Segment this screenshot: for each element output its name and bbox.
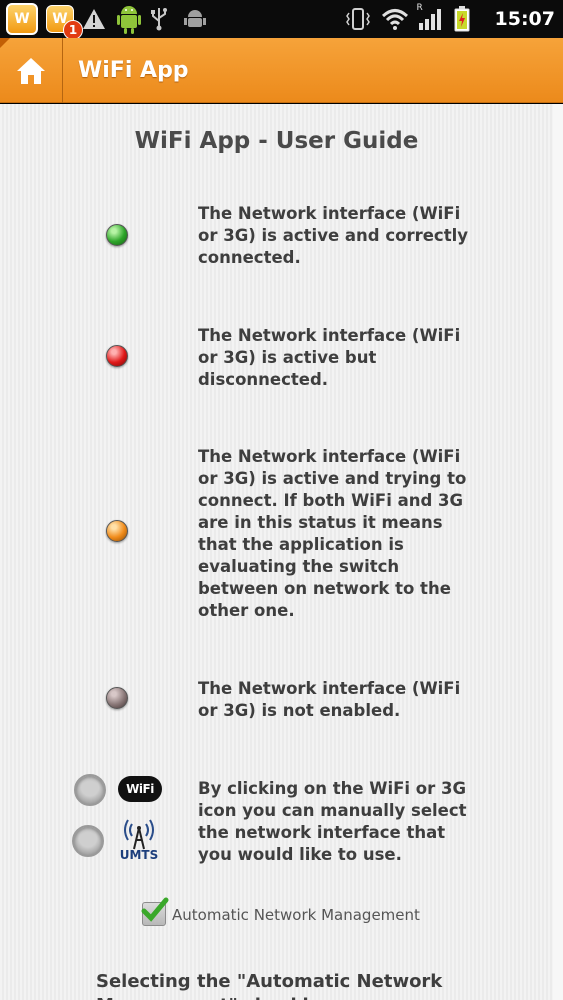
umts-radio-button[interactable] xyxy=(72,825,104,857)
red-status-indicator-icon xyxy=(106,345,128,367)
app-title: WiFi App xyxy=(78,58,189,83)
green-status-indicator-icon xyxy=(106,224,128,246)
umts-logo-icon[interactable]: UMTS xyxy=(116,816,162,864)
orange-status-description: The Network interface (WiFi or 3G) is ac… xyxy=(198,447,467,620)
usb-icon xyxy=(150,7,176,31)
grey-status-indicator-icon xyxy=(106,687,128,709)
user-guide-content[interactable]: WiFi App - User Guide The Network interf… xyxy=(0,104,553,1000)
wifi-logo-icon[interactable]: WiFi xyxy=(118,776,162,802)
green-status-description: The Network interface (WiFi or 3G) is ac… xyxy=(198,204,468,267)
wifi-logo-label: WiFi xyxy=(126,782,154,796)
manual-selection-description: By clicking on the WiFi or 3G icon you c… xyxy=(198,779,467,864)
home-icon xyxy=(17,57,45,84)
automatic-management-description: Selecting the "Automatic Network Managem… xyxy=(96,971,443,1000)
home-button[interactable] xyxy=(0,38,63,103)
warning-icon xyxy=(82,8,108,30)
notification-count-badge: 1 xyxy=(63,20,83,40)
automatic-network-management-label: Automatic Network Management xyxy=(172,906,420,924)
guide-title: WiFi App - User Guide xyxy=(134,128,419,154)
debug-icon xyxy=(184,8,210,30)
clock: 15:07 xyxy=(494,8,555,30)
wifi-radio-button[interactable] xyxy=(74,774,106,806)
app-tile-glyph: W xyxy=(14,11,30,27)
red-status-description: The Network interface (WiFi or 3G) is ac… xyxy=(198,326,461,389)
battery-icon xyxy=(453,6,479,32)
roaming-marker: R xyxy=(416,3,423,13)
orange-status-indicator-icon xyxy=(106,520,128,542)
wifi-icon xyxy=(381,8,408,30)
notification-icons: W W 1 xyxy=(6,3,210,40)
umts-logo-label: UMTS xyxy=(119,848,159,862)
grey-status-description: The Network interface (WiFi or 3G) is no… xyxy=(198,679,461,720)
vibrate-icon xyxy=(345,7,371,31)
automatic-network-management-checkbox[interactable] xyxy=(141,897,169,926)
checkmark-icon xyxy=(141,897,169,922)
android-icon xyxy=(116,3,142,35)
status-bar: W W 1 R 15:07 xyxy=(0,0,563,40)
signal-icon: R xyxy=(417,3,443,31)
scroll-edge xyxy=(553,104,563,1000)
system-icons: R 15:07 xyxy=(345,0,555,38)
action-bar: WiFi App xyxy=(0,38,563,103)
wifi-app-notification-icon-2: W 1 xyxy=(46,5,83,40)
wifi-app-notification-icon: W xyxy=(6,3,38,35)
